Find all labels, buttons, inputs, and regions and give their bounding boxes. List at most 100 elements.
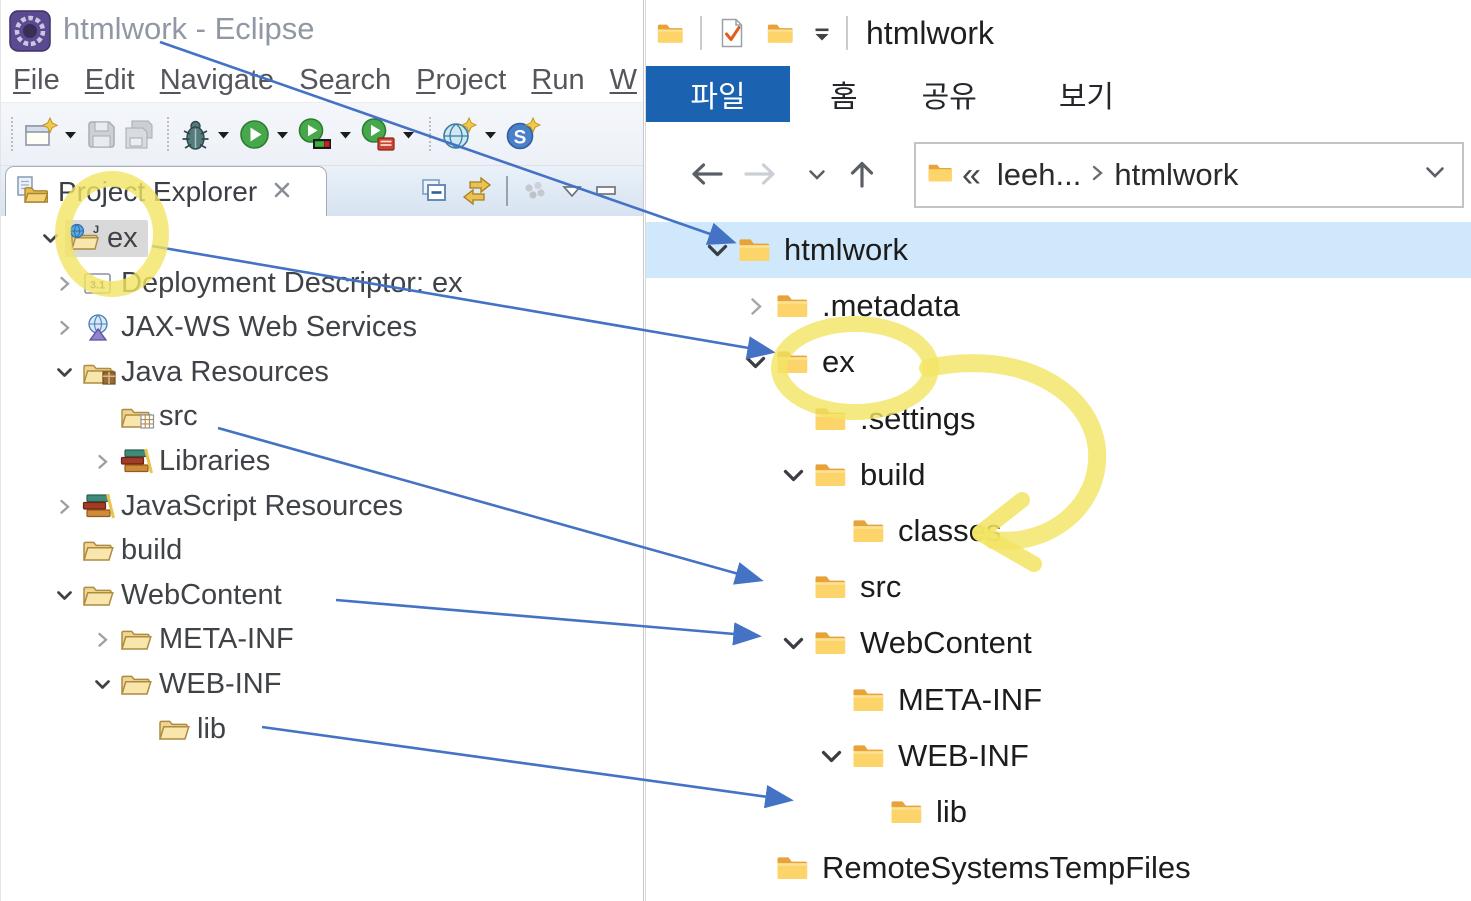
explorer-tree-item-build[interactable]: build: [646, 447, 1471, 503]
breadcrumb-overflow[interactable]: «: [962, 156, 981, 195]
chevron-right-icon[interactable]: [49, 318, 79, 337]
eclipse-tree-item-build[interactable]: build: [49, 528, 192, 572]
ribbon-tab-share[interactable]: 공유: [910, 66, 989, 122]
dropdown-arrow-icon[interactable]: [400, 127, 417, 142]
eclipse-tree-item-javascript-resources[interactable]: JavaScript Resources: [49, 484, 413, 528]
chevron-right-icon[interactable]: [87, 630, 117, 649]
check-document-icon[interactable]: [717, 17, 747, 49]
explorer-tree-item-classes[interactable]: classes: [646, 503, 1471, 559]
eclipse-tree-item-webcontent[interactable]: WebContent: [49, 573, 292, 617]
new-servlet-button[interactable]: S: [506, 117, 542, 151]
folder-icon[interactable]: [765, 20, 795, 47]
tree-item-label: ex: [822, 344, 855, 379]
chevron-right-icon[interactable]: [1089, 162, 1106, 189]
chevron-down-icon[interactable]: [49, 362, 79, 383]
chevron-right-icon[interactable]: [736, 294, 774, 319]
tree-item-label: WEB-INF: [898, 738, 1029, 773]
explorer-tree-item-meta-inf[interactable]: META-INF: [646, 672, 1471, 728]
eclipse-tree-item-deployment-descriptor-ex[interactable]: 3.1 Deployment Descriptor: ex: [49, 261, 473, 305]
explorer-tree-item-htmlwork[interactable]: htmlwork: [646, 222, 1471, 278]
navigation-bar: « leeh... htmlwork: [646, 128, 1471, 222]
collapse-all-icon[interactable]: [419, 177, 449, 205]
chevron-down-icon[interactable]: [774, 462, 812, 489]
debug-button[interactable]: [180, 118, 211, 151]
save-all-button[interactable]: [123, 119, 156, 150]
dropdown-arrow-icon[interactable]: [215, 127, 232, 142]
qat-dropdown-icon[interactable]: [813, 25, 831, 42]
web-project-icon: J: [67, 223, 105, 253]
menu-item-edit[interactable]: Edit: [85, 64, 135, 97]
chevron-down-icon[interactable]: [698, 237, 736, 264]
run-coverage-button[interactable]: [298, 117, 333, 151]
chevron-down-icon[interactable]: [49, 585, 79, 606]
explorer-tree-item-web-inf[interactable]: WEB-INF: [646, 728, 1471, 784]
new-web-wizard-button[interactable]: [442, 117, 478, 151]
eclipse-tree-item-web-inf[interactable]: WEB-INF: [87, 662, 291, 706]
view-menu-dots-icon[interactable]: [521, 179, 549, 203]
chevron-down-icon[interactable]: [812, 743, 850, 770]
ribbon-tab-view[interactable]: 보기: [1047, 66, 1126, 122]
dropdown-arrow-icon[interactable]: [337, 127, 354, 142]
run-button[interactable]: [239, 119, 270, 150]
save-button[interactable]: [86, 119, 117, 150]
eclipse-tree-item-ex[interactable]: Jex: [35, 216, 148, 260]
dropdown-arrow-icon[interactable]: [62, 127, 79, 142]
forward-button[interactable]: [741, 158, 781, 190]
chevron-right-icon[interactable]: [49, 497, 79, 516]
item-body: Libraries: [117, 443, 280, 480]
folder-icon: [736, 234, 782, 266]
eclipse-tree-item-jax-ws-web-services[interactable]: JAX-WS Web Services: [49, 305, 427, 349]
view-toolbar-separator: [506, 176, 508, 206]
qat-separator: [700, 16, 702, 50]
link-with-editor-icon[interactable]: [461, 176, 493, 206]
back-button[interactable]: [686, 158, 726, 190]
chevron-down-icon[interactable]: [736, 349, 774, 376]
recent-locations-chevron[interactable]: [806, 166, 828, 184]
chevron-down-icon[interactable]: [35, 228, 65, 249]
chevron-down-icon[interactable]: [87, 674, 117, 695]
ribbon-tab-home[interactable]: 홈: [818, 66, 870, 122]
address-bar[interactable]: « leeh... htmlwork: [914, 142, 1464, 208]
tab-project-explorer[interactable]: Project Explorer: [5, 166, 327, 217]
breadcrumb-parent[interactable]: leeh...: [997, 157, 1081, 193]
eclipse-tree-item-src[interactable]: src: [87, 394, 208, 438]
explorer-tree-item-lib[interactable]: lib: [646, 784, 1471, 840]
view-menu-arrow-icon[interactable]: [561, 184, 583, 199]
chevron-right-icon[interactable]: [87, 452, 117, 471]
dropdown-arrow-icon[interactable]: [274, 127, 291, 142]
menu-item-w[interactable]: W: [610, 64, 637, 97]
up-button[interactable]: [846, 158, 878, 190]
eclipse-tree-item-lib[interactable]: lib: [125, 707, 236, 751]
chevron-down-icon[interactable]: [774, 630, 812, 657]
tree-item-label: JAX-WS Web Services: [121, 310, 417, 343]
tree-item-label: src: [159, 399, 198, 432]
chevron-right-icon[interactable]: [49, 274, 79, 293]
source-folder-icon: [119, 402, 157, 431]
dropdown-arrow-icon[interactable]: [482, 127, 499, 142]
eclipse-tree-item-java-resources[interactable]: Java Resources: [49, 350, 339, 394]
toolbar-separator: [11, 117, 13, 151]
explorer-tree-item-webcontent[interactable]: WebContent: [646, 615, 1471, 671]
eclipse-tree-item-libraries[interactable]: Libraries: [87, 439, 280, 483]
folder-icon: [812, 403, 858, 435]
menu-item-run[interactable]: Run: [531, 64, 584, 97]
new-wizard-button[interactable]: [24, 117, 58, 151]
explorer-tree-item-remotesystemstempfiles[interactable]: RemoteSystemsTempFiles: [646, 840, 1471, 896]
explorer-tree-item--metadata[interactable]: .metadata: [646, 278, 1471, 334]
profile-button[interactable]: [361, 117, 396, 151]
menu-item-search[interactable]: Search: [299, 64, 391, 97]
menu-item-project[interactable]: Project: [416, 64, 506, 97]
address-dropdown-icon[interactable]: [1422, 163, 1448, 188]
explorer-tree-item-src[interactable]: src: [646, 559, 1471, 615]
folder-icon: [774, 852, 820, 884]
ribbon-tab-file[interactable]: 파일: [646, 66, 790, 122]
menu-item-navigate[interactable]: Navigate: [160, 64, 274, 97]
minimize-icon[interactable]: [595, 183, 619, 199]
explorer-tree-item-ex[interactable]: ex: [646, 334, 1471, 390]
menu-item-file[interactable]: File: [13, 64, 60, 97]
explorer-tree-item--settings[interactable]: .settings: [646, 391, 1471, 447]
breadcrumb-current[interactable]: htmlwork: [1114, 157, 1238, 193]
eclipse-tree-item-meta-inf[interactable]: META-INF: [87, 617, 304, 661]
folder-icon[interactable]: [655, 20, 685, 47]
close-icon[interactable]: [271, 179, 293, 206]
